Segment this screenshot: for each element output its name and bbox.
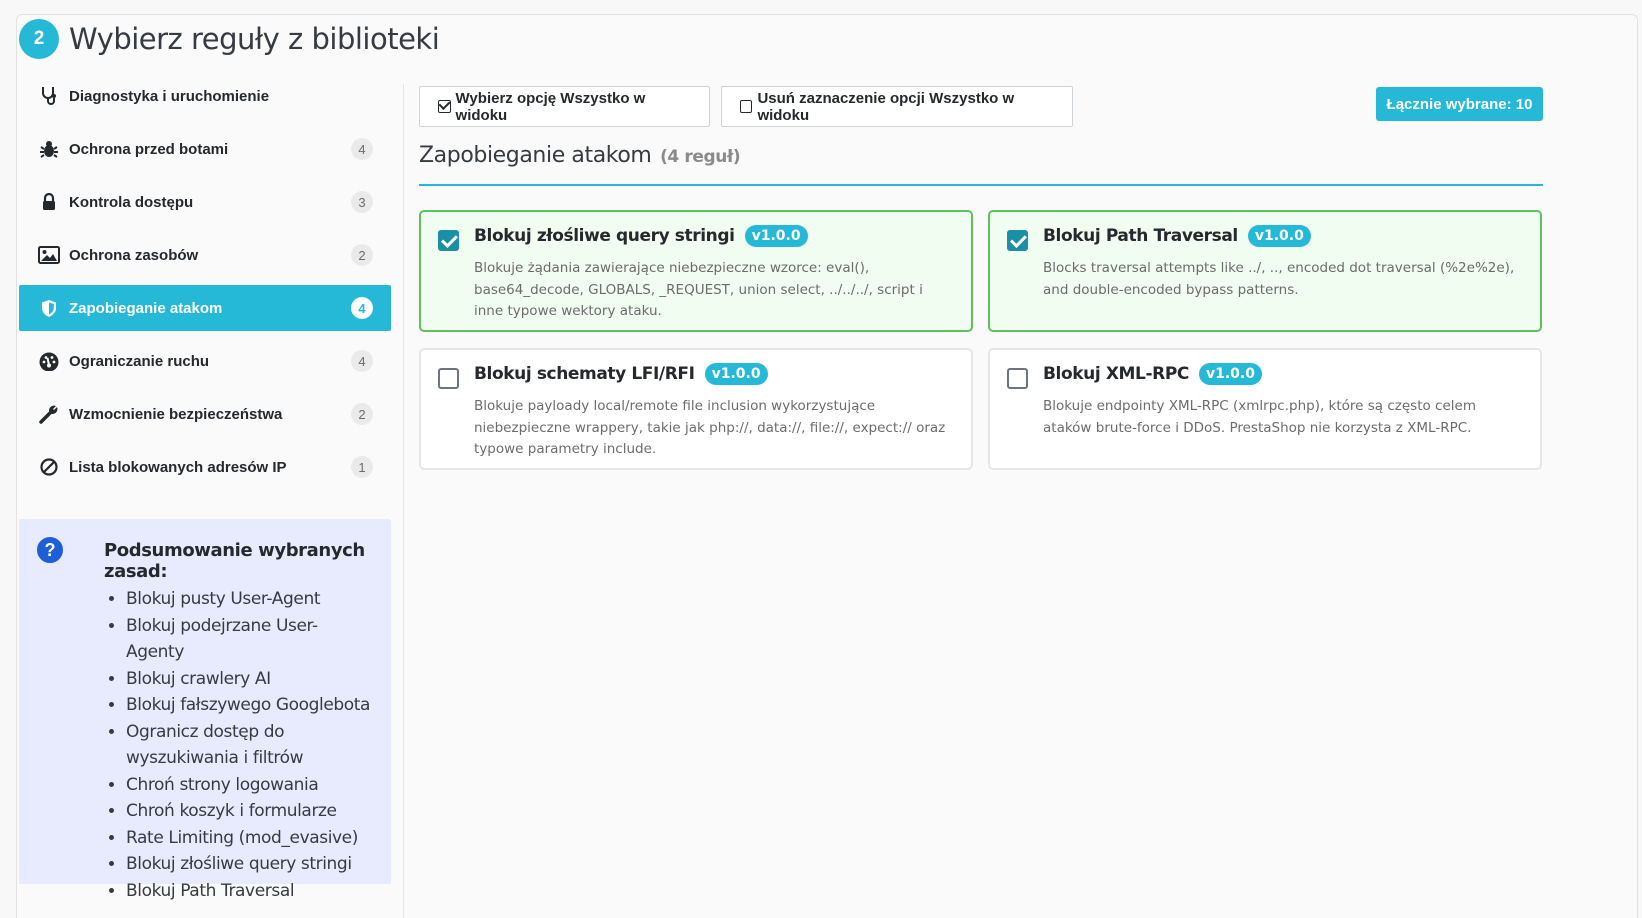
count-badge: 3 [351,191,373,213]
column-divider [403,84,404,918]
stethoscope-icon [37,85,61,107]
rule-title: Blokuj schematy LFI/RFI [474,364,695,384]
version-badge: v1.0.0 [744,225,808,247]
sidebar-item-label: Ochrona zasobów [69,246,199,264]
question-circle-icon: ? [37,537,63,563]
square-icon [740,100,753,113]
rule-title: Blokuj Path Traversal [1043,226,1238,246]
total-selected-badge: Łącznie wybrane: 10 [1376,87,1543,121]
checked-square-icon [438,100,451,113]
rule-card-lfi-rfi[interactable]: Blokuj schematy LFI/RFI v1.0.0 Blokuje p… [419,348,973,470]
list-item: Chroń strony logowania [126,772,373,799]
count-badge: 4 [351,350,373,372]
sidebar-item-resource-protection[interactable]: Ochrona zasobów 2 [19,232,391,278]
list-item: Blokuj pusty User-Agent [126,586,373,613]
sidebar-item-label: Zapobieganie atakom [69,299,223,317]
select-all-button[interactable]: Wybierz opcję Wszystko w widoku [419,86,710,127]
sidebar-item-ip-blocklist[interactable]: Lista blokowanych adresów IP 1 [19,444,391,490]
rule-card-xml-rpc[interactable]: Blokuj XML-RPC v1.0.0 Blokuje endpointy … [988,348,1542,470]
gauge-icon [37,350,61,372]
count-badge: 1 [351,456,373,478]
sidebar-item-label: Diagnostyka i uruchomienie [69,87,270,105]
sidebar-item-diagnostics[interactable]: Diagnostyka i uruchomienie [19,73,391,119]
select-all-label: Wybierz opcję Wszystko w widoku [455,89,646,124]
summary-title: Podsumowanie wybranych zasad: [104,540,365,582]
sidebar-item-label: Ograniczanie ruchu [69,352,210,370]
sidebar-item-attack-prevention[interactable]: Zapobieganie atakom 4 [19,285,391,331]
list-item: Blokuj fałszywego Googlebota [126,692,373,719]
ban-icon [37,456,61,478]
sidebar-item-label: Kontrola dostępu [69,193,194,211]
count-badge: 4 [351,138,373,160]
version-badge: v1.0.0 [1198,363,1262,385]
rule-checkbox[interactable] [1007,230,1028,251]
step-header: 2 Wybierz reguły z biblioteki [19,19,440,59]
sidebar-item-hardening[interactable]: Wzmocnienie bezpieczeństwa 2 [19,391,391,437]
selected-rules-summary: ? Podsumowanie wybranych zasad: Blokuj p… [19,519,391,901]
rule-description: Blocks traversal attempts like ../, .., … [1043,260,1515,298]
sidebar-item-label: Ochrona przed botami [69,140,229,158]
version-badge: v1.0.0 [1247,225,1311,247]
total-selected-value: 10 [1515,95,1533,113]
sidebar-item-label: Lista blokowanych adresów IP [69,458,287,476]
rule-checkbox[interactable] [438,230,459,251]
list-item: Chroń koszyk i formularze [126,798,373,825]
rule-description: Blokuje żądania zawierające niebezpieczn… [474,260,923,320]
list-item: Blokuj podejrzane User-Agenty [126,613,373,666]
count-badge: 4 [351,297,373,319]
version-badge: v1.0.0 [704,363,768,385]
deselect-all-label: Usuń zaznaczenie opcji Wszystko w widoku [757,89,1015,124]
sidebar-item-access-control[interactable]: Kontrola dostępu 3 [19,179,391,225]
summary-list: Blokuj pusty User-Agent Blokuj podejrzan… [126,586,373,904]
rule-count: (4 reguł) [660,147,741,167]
list-item: Blokuj crawlery AI [126,666,373,693]
bug-icon [37,138,61,160]
section-title: Zapobieganie atakom (4 reguł) [419,143,741,168]
rule-description: Blokuje endpointy XML-RPC (xmlrpc.php), … [1043,398,1476,436]
rule-title: Blokuj XML-RPC [1043,364,1189,384]
list-item: Ogranicz dostęp do wyszukiwania i filtró… [126,719,373,772]
image-icon [37,244,61,266]
page-title: Wybierz reguły z biblioteki [69,22,440,56]
shield-icon [37,297,61,319]
rule-description: Blokuje payloady local/remote file inclu… [474,398,946,458]
rule-title: Blokuj złośliwe query stringi [474,226,735,246]
sidebar-item-bot-protection[interactable]: Ochrona przed botami 4 [19,126,391,172]
count-badge: 2 [351,244,373,266]
rule-checkbox[interactable] [438,368,459,389]
rule-checkbox[interactable] [1007,368,1028,389]
rule-card-path-traversal[interactable]: Blokuj Path Traversal v1.0.0 Blocks trav… [988,210,1542,332]
list-item: Blokuj złośliwe query stringi [126,851,373,878]
sidebar-item-rate-limiting[interactable]: Ograniczanie ruchu 4 [19,338,391,384]
section-title-text: Zapobieganie atakom [419,143,652,168]
list-item: Rate Limiting (mod_evasive) [126,825,373,852]
list-item: Blokuj Path Traversal [126,878,373,905]
wrench-icon [37,403,61,425]
sidebar-item-label: Wzmocnienie bezpieczeństwa [69,405,283,423]
total-selected-label: Łącznie wybrane: [1386,95,1512,113]
step-number-badge: 2 [19,19,59,59]
category-sidebar: Diagnostyka i uruchomienie Ochrona przed… [19,73,391,497]
section-divider [419,184,1543,186]
deselect-all-button[interactable]: Usuń zaznaczenie opcji Wszystko w widoku [721,86,1073,127]
rule-card-query-strings[interactable]: Blokuj złośliwe query stringi v1.0.0 Blo… [419,210,973,332]
lock-icon [37,191,61,213]
count-badge: 2 [351,403,373,425]
